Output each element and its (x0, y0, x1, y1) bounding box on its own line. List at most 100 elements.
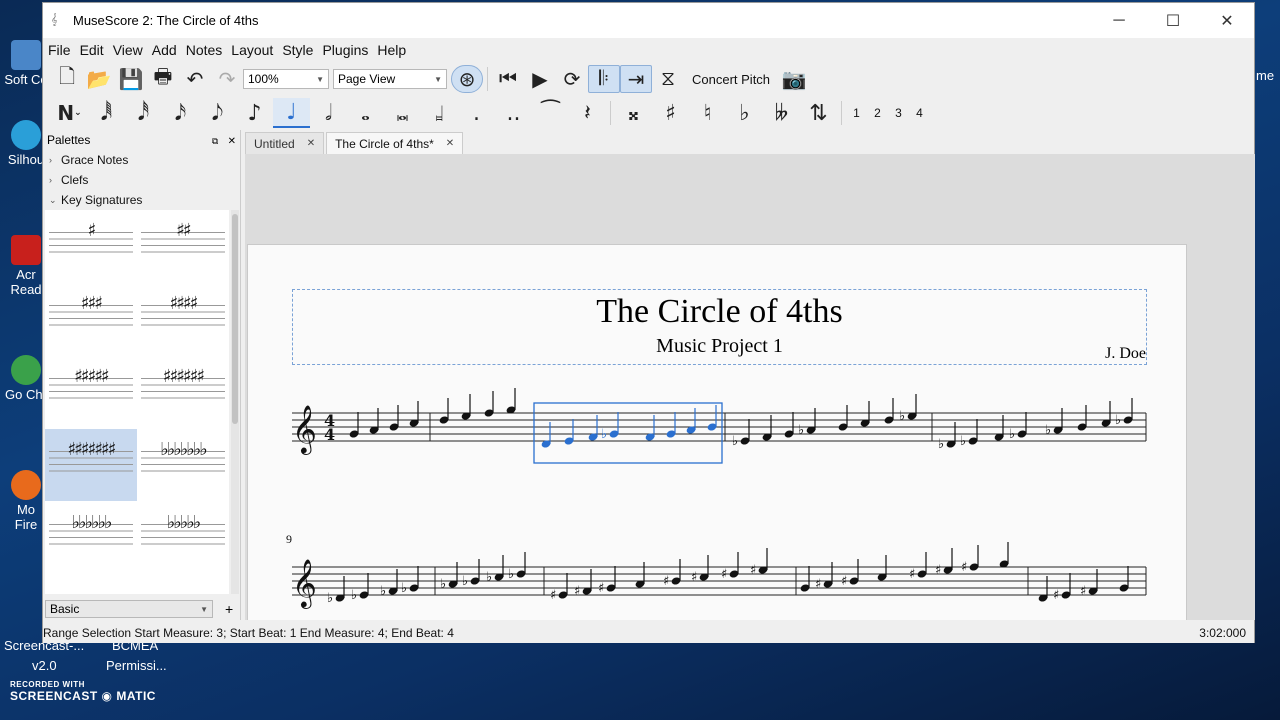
flip-direction-icon[interactable]: ⇅ (800, 98, 837, 128)
palette-key-signatures[interactable]: ⌄ Key Signatures (43, 190, 240, 210)
duration-breve-icon[interactable]: 𝅜 (384, 98, 421, 128)
print-icon[interactable]: 🖶 (147, 65, 179, 93)
duration-whole-icon[interactable]: 𝅝 (347, 98, 384, 128)
open-folder-icon[interactable]: 📂 (83, 65, 115, 93)
chevron-right-icon: › (49, 175, 52, 185)
redo-icon[interactable]: ↷ (211, 65, 243, 93)
menu-edit[interactable]: Edit (77, 42, 110, 58)
record-icon: ◉ (101, 689, 113, 703)
view-mode-select[interactable]: Page View ▼ (333, 69, 447, 89)
key-signature-cell[interactable]: ♭♭♭♭♭ (137, 502, 229, 574)
duration-16th-icon[interactable]: 𝅘𝅥𝅯 (162, 98, 199, 128)
rest-icon[interactable]: 𝄽 (569, 98, 606, 128)
chevron-down-icon: ▼ (434, 74, 442, 84)
add-workspace-button[interactable]: + (225, 601, 233, 617)
tie-icon[interactable]: ⁀ (532, 98, 569, 128)
close-icon[interactable]: ✕ (446, 138, 454, 149)
voice-3-button[interactable]: 3 (888, 106, 909, 120)
close-button[interactable]: ✕ (1200, 3, 1254, 38)
duration-half-icon[interactable]: 𝅗𝅥 (310, 98, 347, 128)
minimize-button[interactable]: ─ (1092, 3, 1146, 38)
duration-64th-icon[interactable]: 𝅘𝅥𝅱 (88, 98, 125, 128)
duration-32nd-icon[interactable]: 𝅘𝅥𝅰 (125, 98, 162, 128)
score-canvas[interactable]: The Circle of 4ths Music Project 1 J. Do… (245, 154, 1255, 620)
title-bar[interactable]: 𝄞 MuseScore 2: The Circle of 4ths ─ ☐ ✕ (43, 3, 1254, 38)
menu-plugins[interactable]: Plugins (319, 42, 374, 58)
menu-style[interactable]: Style (279, 42, 319, 58)
accidental: ♯ (841, 574, 847, 589)
metronome-icon[interactable]: ⧖ (652, 65, 684, 93)
close-icon[interactable]: ✕ (307, 138, 315, 149)
tab-circle-of-4ths[interactable]: The Circle of 4ths* ✕ (326, 132, 464, 154)
accidental: ♭ (938, 437, 944, 452)
key-signature-grid: ♯ ♯♯ ♯♯♯ ♯♯♯♯ ♯♯♯♯♯ ♯♯♯♯♯♯ ♯♯♯♯♯♯♯ ♭♭♭♭♭♭♭ ♭♭♭♭♭… (45, 210, 229, 594)
key-signature-cell[interactable]: ♯♯♯♯♯♯♯ (45, 429, 137, 501)
key-signature-symbol: ♯♯ (176, 220, 191, 241)
scrollbar-thumb[interactable] (232, 214, 238, 424)
key-signature-cell[interactable]: ♭♭♭♭♭♭♭ (137, 429, 229, 501)
midi-input-icon[interactable]: ⊛ (451, 65, 483, 93)
zoom-select[interactable]: 100% ▼ (243, 69, 329, 89)
save-icon[interactable]: 💾 (115, 65, 147, 93)
key-signature-cell[interactable]: ♭♭♭♭♭♭ (45, 502, 137, 574)
key-signature-cell[interactable]: ♯♯♯♯♯ (45, 356, 137, 428)
voice-2-button[interactable]: 2 (867, 106, 888, 120)
augmentation-dot-icon[interactable]: . (458, 98, 495, 128)
app-icon (11, 40, 41, 70)
loop-icon[interactable]: ⟳ (556, 65, 588, 93)
key-signature-cell[interactable]: ♯♯♯♯♯♯ (137, 356, 229, 428)
key-signature-cell[interactable]: ♯ (45, 210, 137, 282)
score-tabs: Untitled ✕ The Circle of 4ths* ✕ (245, 130, 465, 154)
menu-file[interactable]: File (45, 42, 77, 58)
workspace-value: Basic (50, 602, 80, 616)
sharp-icon[interactable]: ♯ (652, 98, 689, 128)
key-signature-cell[interactable]: ♯♯♯♯ (137, 283, 229, 355)
double-dot-icon[interactable]: .. (495, 98, 532, 128)
voice-4-button[interactable]: 4 (909, 106, 930, 120)
palette-header: Palettes ⧉ ✕ (43, 130, 240, 150)
key-signature-symbol: ♯♯♯ (80, 293, 103, 314)
key-signature-cell[interactable]: ♯♯♯ (45, 283, 137, 355)
palette-grace-notes[interactable]: › Grace Notes (43, 150, 240, 170)
float-icon[interactable]: ⧉ (212, 136, 218, 146)
note-input-mode-icon[interactable]: N ⌄ (51, 98, 88, 128)
double-sharp-icon[interactable]: 𝄪 (615, 98, 652, 128)
duration-eighth-icon[interactable]: ♪ (236, 98, 273, 128)
workspace-select[interactable]: Basic ▼ (45, 600, 213, 618)
key-signature-symbol: ♯♯♯♯♯ (74, 366, 110, 387)
flat-icon[interactable]: ♭ (726, 98, 763, 128)
menu-notes[interactable]: Notes (183, 42, 229, 58)
double-flat-icon[interactable]: 𝄫 (763, 98, 800, 128)
maximize-button[interactable]: ☐ (1146, 3, 1200, 38)
duration-quarter-icon[interactable]: ♩ (273, 98, 310, 128)
key-signature-symbol: ♭♭♭♭♭♭♭ (160, 439, 207, 460)
window-title: MuseScore 2: The Circle of 4ths (73, 13, 259, 28)
concert-pitch-button[interactable]: Concert Pitch (684, 72, 778, 87)
voice-1-button[interactable]: 1 (846, 106, 867, 120)
staff-notation[interactable]: 𝄞 44 ♭ ♭♭♭♭ ♭ ♭ ♭♭9𝄞 ♭ ♭ ♭ ♭ ♭ ♭ ♭ ♭♯ ♯ ♯ ♯ ♯ ♯ ♯♯ ♯ ♯ ♯ ♯♯ ♯ (248, 245, 1188, 620)
accidental: ♯ (691, 570, 697, 585)
menu-layout[interactable]: Layout (228, 42, 279, 58)
close-icon[interactable]: ✕ (228, 136, 236, 147)
menu-add[interactable]: Add (149, 42, 183, 58)
duration-longa-icon[interactable]: 𝆷 (421, 98, 458, 128)
palette-title: Palettes (47, 133, 91, 147)
new-score-icon[interactable]: 🗋 (51, 65, 83, 93)
duration-8th-icon[interactable]: 𝅘𝅥𝅮 (199, 98, 236, 128)
menu-help[interactable]: Help (374, 42, 412, 58)
undo-icon[interactable]: ↶ (179, 65, 211, 93)
camera-icon[interactable]: 📷 (778, 65, 810, 93)
rewind-icon[interactable]: ⏮ (492, 65, 524, 93)
key-signature-cell[interactable]: ♯♯ (137, 210, 229, 282)
play-icon[interactable]: ▶ (524, 65, 556, 93)
repeat-icon[interactable]: 𝄆 (588, 65, 620, 93)
menu-view[interactable]: View (110, 42, 149, 58)
score-page[interactable]: The Circle of 4ths Music Project 1 J. Do… (247, 244, 1187, 620)
pan-score-icon[interactable]: ⇥ (620, 65, 652, 93)
natural-icon[interactable]: ♮ (689, 98, 726, 128)
palette-scrollbar[interactable] (231, 210, 239, 594)
palette-clefs[interactable]: › Clefs (43, 170, 240, 190)
firefox-icon (11, 470, 41, 500)
tab-untitled[interactable]: Untitled ✕ (245, 132, 325, 154)
accidental: ♭ (462, 574, 468, 589)
